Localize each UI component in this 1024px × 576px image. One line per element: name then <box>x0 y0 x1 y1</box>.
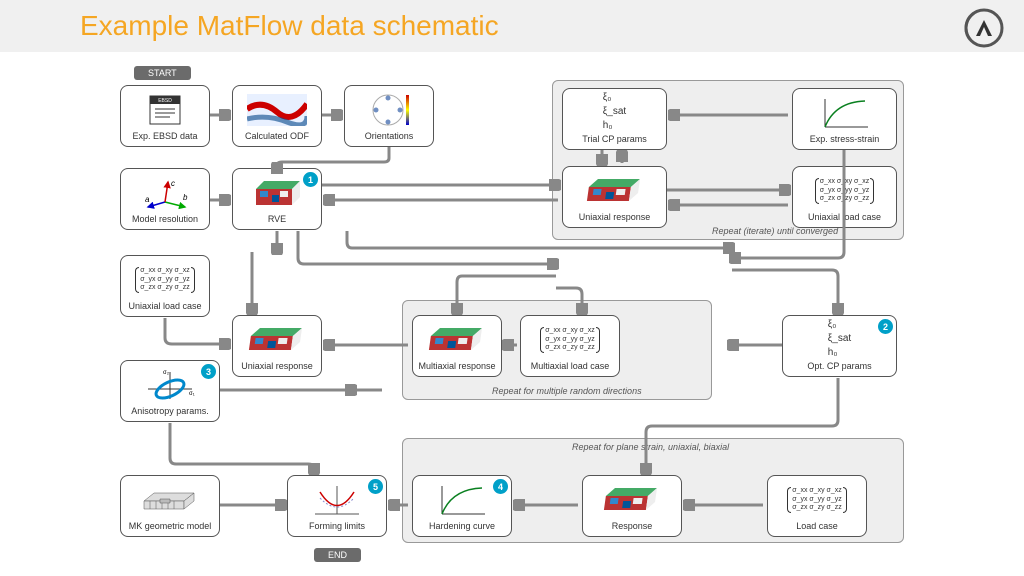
node-uniresp1: Uniaxial response <box>562 166 667 228</box>
node-odf: Calculated ODF <box>232 85 322 147</box>
svg-text:σ₂: σ₂ <box>163 370 170 376</box>
diagram-canvas: Repeat (iterate) until converged Repeat … <box>112 60 912 570</box>
svg-text:c: c <box>171 179 175 188</box>
svg-text:a: a <box>145 195 150 204</box>
node-forming: 5 Forming limits <box>287 475 387 537</box>
end-pill: END <box>314 548 361 562</box>
svg-text:EBSD: EBSD <box>158 98 172 104</box>
group-multidir-label: Repeat for multiple random directions <box>492 386 642 396</box>
svg-text:b: b <box>183 193 188 202</box>
node-optcp: 2 ξ₀ξ_sath₀ Opt. CP params <box>782 315 897 377</box>
start-pill: START <box>134 66 191 80</box>
logo-icon <box>964 8 1004 48</box>
node-harden: 4 Hardening curve <box>412 475 512 537</box>
page-title: Example MatFlow data schematic <box>80 10 499 42</box>
node-modelres: abc Model resolution <box>120 168 210 230</box>
header-bar: Example MatFlow data schematic <box>0 0 1024 52</box>
node-rve: 1 RVE <box>232 168 322 230</box>
node-ebsd: EBSD Exp. EBSD data <box>120 85 210 147</box>
node-multiresp: Multiaxial response <box>412 315 502 377</box>
node-trialcp: ξ₀ξ_sath₀ Trial CP params <box>562 88 667 150</box>
node-uniresp2: Uniaxial response <box>232 315 322 377</box>
node-expss: Exp. stress-strain <box>792 88 897 150</box>
node-aniso: 3 σ₂σ₁ Anisotropy params. <box>120 360 220 422</box>
node-uload2: σ_xx σ_xy σ_xzσ_yx σ_yy σ_yzσ_zx σ_zy σ_… <box>120 255 210 317</box>
svg-text:σ₁: σ₁ <box>189 391 195 397</box>
node-uload1: σ_xx σ_xy σ_xzσ_yx σ_yy σ_yzσ_zx σ_zy σ_… <box>792 166 897 228</box>
group-plane-label: Repeat for plane strain, uniaxial, biaxi… <box>572 442 729 452</box>
node-mk: MK geometric model <box>120 475 220 537</box>
node-response: Response <box>582 475 682 537</box>
node-multiload: σ_xx σ_xy σ_xzσ_yx σ_yy σ_yzσ_zx σ_zy σ_… <box>520 315 620 377</box>
node-loadcase: σ_xx σ_xy σ_xzσ_yx σ_yy σ_yzσ_zx σ_zy σ_… <box>767 475 867 537</box>
node-orient: Orientations <box>344 85 434 147</box>
